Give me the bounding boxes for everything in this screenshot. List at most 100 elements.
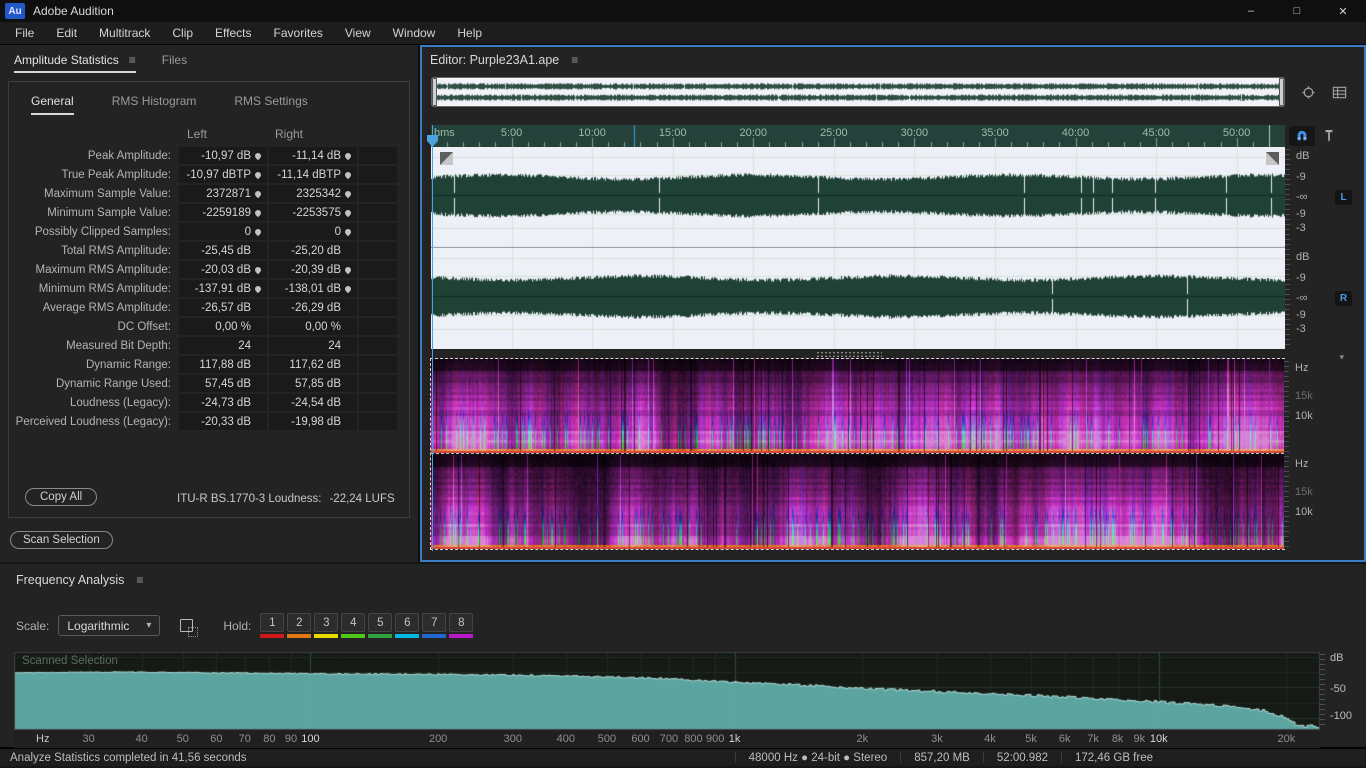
menu-item[interactable]: Window xyxy=(382,23,447,43)
pin-icon[interactable] xyxy=(341,210,355,216)
pin-icon[interactable] xyxy=(251,210,265,216)
snapshot-icon[interactable] xyxy=(180,619,193,632)
playhead-line[interactable] xyxy=(432,125,433,551)
panel-menu-icon[interactable]: ≡ xyxy=(571,53,578,67)
hold-label: Hold: xyxy=(223,619,251,633)
db-tick-label: -∞ xyxy=(1296,191,1308,203)
panel-menu-icon[interactable]: ≡ xyxy=(136,573,143,587)
pin-icon[interactable] xyxy=(341,191,355,197)
stat-filler-cell xyxy=(359,185,397,202)
pin-icon[interactable] xyxy=(251,286,265,292)
disk-free-readout: 172,46 GB free xyxy=(1061,752,1166,764)
table-row: Average RMS Amplitude: -26,57 dB -26,29 … xyxy=(9,298,409,317)
chevron-down-icon: ▾ xyxy=(146,620,151,631)
timeline-tick-label: 40:00 xyxy=(1062,127,1090,139)
fade-out-handle[interactable] xyxy=(1266,152,1279,165)
menu-item[interactable]: Edit xyxy=(45,23,88,43)
frequency-scale-gutter: Hz 15k 10k Hz 15k 10k xyxy=(1284,359,1364,549)
spectrogram-left-channel[interactable] xyxy=(431,359,1284,453)
stat-value-left: -20,33 dB xyxy=(179,413,267,430)
pin-icon[interactable] xyxy=(341,267,355,273)
waveform-right-channel[interactable] xyxy=(431,248,1285,349)
hold-button[interactable]: 8 xyxy=(449,613,473,638)
overview-right-handle[interactable] xyxy=(1279,78,1284,106)
tab-amplitude-statistics[interactable]: Amplitude Statistics ≡ xyxy=(14,53,136,73)
table-row: Perceived Loudness (Legacy): -20,33 dB -… xyxy=(9,412,409,431)
overview-left-handle[interactable] xyxy=(432,78,437,106)
pin-marker-icon[interactable] xyxy=(1323,129,1335,143)
hold-color-swatch xyxy=(314,634,338,638)
stat-value-text: -25,20 dB xyxy=(291,245,341,257)
pin-icon[interactable] xyxy=(251,229,265,235)
left-channel-badge[interactable]: L xyxy=(1335,190,1352,205)
waveform-display[interactable] xyxy=(431,147,1285,349)
snap-magnet-icon[interactable] xyxy=(1289,126,1315,146)
stat-value-left: -137,91 dB xyxy=(179,280,267,297)
scale-dropdown[interactable]: Logarithmic ▾ xyxy=(58,615,160,636)
pin-icon[interactable] xyxy=(341,286,355,292)
timeline-ruler[interactable]: hms 5:0010:0015:0020:0025:0030:0035:0040… xyxy=(431,125,1285,147)
waveform-left-channel[interactable] xyxy=(431,147,1285,248)
minimize-button[interactable]: – xyxy=(1228,0,1274,22)
pin-icon[interactable] xyxy=(341,172,355,178)
hold-button[interactable]: 1 xyxy=(260,613,284,638)
copy-all-button[interactable]: Copy All xyxy=(25,488,97,506)
right-channel-badge[interactable]: R xyxy=(1335,291,1352,306)
timeline-tick-label: 45:00 xyxy=(1142,127,1170,139)
x-axis-tick-label: 900 xyxy=(706,733,724,745)
hold-button[interactable]: 6 xyxy=(395,613,419,638)
menu-item[interactable]: Multitrack xyxy=(88,23,161,43)
hz-tick-label: 15k xyxy=(1295,486,1313,498)
stat-label: Perceived Loudness (Legacy): xyxy=(9,416,179,428)
db-unit-label: dB xyxy=(1296,251,1309,263)
hold-color-swatch xyxy=(260,634,284,638)
pin-icon[interactable] xyxy=(341,153,355,159)
editor-header: Editor: Purple23A1.ape ≡ xyxy=(422,47,1364,73)
hold-button[interactable]: 5 xyxy=(368,613,392,638)
stat-value-left: 24 xyxy=(179,337,267,354)
tab-files[interactable]: Files xyxy=(162,53,187,73)
close-button[interactable]: ✕ xyxy=(1320,0,1366,22)
hold-button[interactable]: 3 xyxy=(314,613,338,638)
tab-general[interactable]: General xyxy=(31,94,74,115)
divider-drag-handle[interactable] xyxy=(816,351,882,358)
spectral-display-selection[interactable] xyxy=(431,359,1284,549)
tab-rms-histogram[interactable]: RMS Histogram xyxy=(112,94,197,115)
scale-dropdown-value: Logarithmic xyxy=(67,619,129,633)
maximize-button[interactable]: □ xyxy=(1274,0,1320,22)
menu-item[interactable]: Effects xyxy=(204,23,262,43)
x-axis-tick-label: 700 xyxy=(660,733,678,745)
fade-in-handle[interactable] xyxy=(440,152,453,165)
pin-icon[interactable] xyxy=(251,191,265,197)
scan-selection-button[interactable]: Scan Selection xyxy=(10,531,113,549)
tab-rms-settings[interactable]: RMS Settings xyxy=(234,94,307,115)
menu-item[interactable]: Clip xyxy=(161,23,204,43)
panel-menu-icon[interactable]: ≡ xyxy=(129,53,136,67)
file-overview-bar[interactable] xyxy=(431,77,1285,107)
layout-grid-icon[interactable] xyxy=(1332,85,1347,100)
overview-waveform[interactable] xyxy=(432,78,1284,106)
pin-icon[interactable] xyxy=(251,153,265,159)
hold-button[interactable]: 7 xyxy=(422,613,446,638)
hold-button[interactable]: 2 xyxy=(287,613,311,638)
spectrogram-right-channel[interactable] xyxy=(431,455,1284,549)
x-axis-tick-label: 30 xyxy=(83,733,95,745)
table-row: Measured Bit Depth: 24 24 xyxy=(9,336,409,355)
view-divider[interactable]: ▾ xyxy=(422,349,1364,359)
navigate-wheel-icon[interactable] xyxy=(1301,85,1316,100)
hold-button[interactable]: 4 xyxy=(341,613,365,638)
pin-icon[interactable] xyxy=(251,172,265,178)
stat-filler-cell xyxy=(359,223,397,240)
stat-value-text: -20,33 dB xyxy=(201,416,251,428)
table-row: Maximum Sample Value: 2372871 2325342 xyxy=(9,184,409,203)
pin-icon[interactable] xyxy=(251,267,265,273)
menu-item[interactable]: File xyxy=(4,23,45,43)
table-row: True Peak Amplitude: -10,97 dBTP -11,14 … xyxy=(9,165,409,184)
frequency-plot[interactable] xyxy=(14,652,1320,730)
hold-color-swatch xyxy=(287,634,311,638)
menu-item[interactable]: Help xyxy=(446,23,493,43)
menu-item[interactable]: View xyxy=(334,23,382,43)
stat-filler-cell xyxy=(359,166,397,183)
menu-item[interactable]: Favorites xyxy=(263,23,334,43)
pin-icon[interactable] xyxy=(341,229,355,235)
